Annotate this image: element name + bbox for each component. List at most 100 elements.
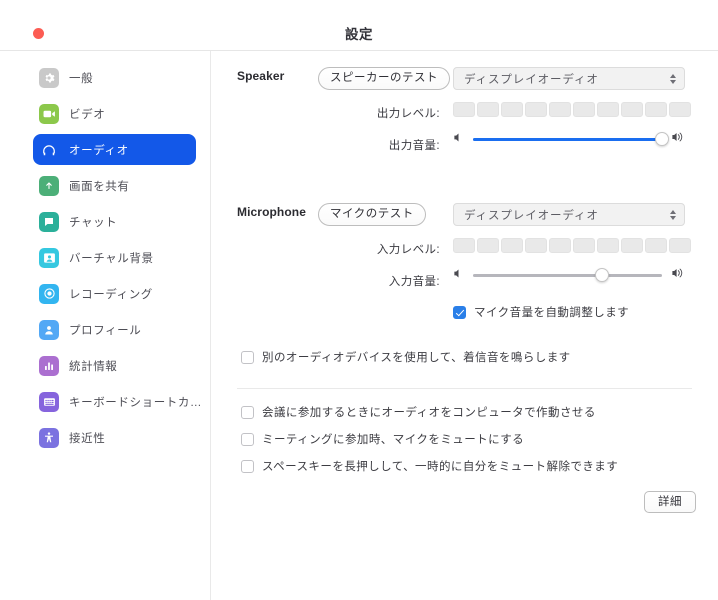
meter-segment bbox=[501, 102, 523, 117]
output-volume-label: 出力音量: bbox=[388, 140, 440, 152]
space-unmute-checkbox-row[interactable]: スペースキーを長押しして、一時的に自分をミュート解除できます bbox=[241, 458, 618, 474]
speaker-device-value: ディスプレイオーディオ bbox=[464, 73, 599, 86]
sidebar: 一般 ビデオ オーディオ 画面を共有 チャット バーチャル背景 レコーディング … bbox=[0, 51, 211, 600]
options-divider bbox=[237, 388, 692, 389]
sidebar-item-label: 接近性 bbox=[69, 432, 106, 445]
sidebar-item-keyboard-shortcuts[interactable]: キーボードショートカ… bbox=[33, 386, 202, 417]
output-volume-knob[interactable] bbox=[655, 132, 669, 146]
mute-on-join-checkbox-row[interactable]: ミーティングに参加時、マイクをミュートにする bbox=[241, 431, 524, 447]
microphone-section-label-wrap: Microphone bbox=[237, 205, 306, 219]
accessibility-icon bbox=[39, 427, 59, 448]
share-screen-icon bbox=[39, 175, 59, 196]
microphone-device-select[interactable]: ディスプレイオーディオ bbox=[453, 203, 685, 226]
sidebar-item-audio[interactable]: オーディオ bbox=[33, 134, 196, 165]
track-fill bbox=[473, 137, 662, 141]
meter-segment bbox=[669, 238, 691, 253]
sidebar-item-label: 統計情報 bbox=[69, 360, 118, 373]
auto-adjust-mic-label: マイク音量を自動調整します bbox=[474, 307, 630, 319]
meter-segment bbox=[549, 238, 571, 253]
sidebar-item-general[interactable]: 一般 bbox=[33, 62, 196, 93]
meter-segment bbox=[525, 238, 547, 253]
sidebar-item-label: 一般 bbox=[69, 72, 94, 85]
video-icon bbox=[39, 103, 59, 124]
title-bar: 設定 bbox=[0, 0, 718, 51]
input-volume-knob[interactable] bbox=[594, 268, 609, 282]
join-audio-checkbox-row[interactable]: 会議に参加するときにオーディオをコンピュータで作動させる bbox=[241, 404, 596, 420]
meter-segment bbox=[645, 238, 667, 253]
page-title: 設定 bbox=[345, 27, 373, 42]
sidebar-item-video[interactable]: ビデオ bbox=[33, 98, 196, 129]
join-audio-checkbox[interactable] bbox=[241, 405, 254, 419]
sidebar-item-label: バーチャル背景 bbox=[69, 252, 154, 265]
virtual-bg-icon bbox=[39, 247, 59, 268]
speaker-device-select[interactable]: ディスプレイオーディオ bbox=[453, 67, 685, 90]
sidebar-item-label: チャット bbox=[69, 216, 118, 229]
ringtone-device-checkbox[interactable] bbox=[241, 350, 254, 364]
input-level-label: 入力レベル: bbox=[376, 244, 440, 256]
mute-on-join-label: ミーティングに参加時、マイクをミュートにする bbox=[262, 434, 525, 446]
sidebar-item-label: キーボードショートカ… bbox=[69, 396, 203, 409]
sidebar-item-statistics[interactable]: 統計情報 bbox=[33, 350, 196, 381]
input-volume-label-wrap: 入力音量: bbox=[355, 273, 440, 289]
volume-low-icon bbox=[453, 266, 464, 284]
auto-adjust-mic-checkbox-row[interactable]: マイク音量を自動調整します bbox=[453, 304, 629, 320]
speaker-section-label-wrap: Speaker bbox=[237, 69, 284, 83]
meter-segment bbox=[477, 238, 499, 253]
output-volume-track[interactable] bbox=[473, 132, 669, 146]
join-audio-label: 会議に参加するときにオーディオをコンピュータで作動させる bbox=[262, 407, 596, 419]
profile-icon bbox=[39, 319, 59, 340]
meter-segment bbox=[597, 102, 619, 117]
gear-icon bbox=[39, 67, 59, 88]
microphone-device-value: ディスプレイオーディオ bbox=[464, 209, 599, 222]
meter-segment bbox=[549, 102, 571, 117]
input-volume-label: 入力音量: bbox=[388, 276, 440, 288]
sidebar-item-virtual-background[interactable]: バーチャル背景 bbox=[33, 242, 196, 273]
sidebar-item-label: 画面を共有 bbox=[69, 180, 130, 193]
sidebar-item-profile[interactable]: プロフィール bbox=[33, 314, 196, 345]
input-volume-track[interactable] bbox=[473, 268, 662, 282]
space-unmute-checkbox[interactable] bbox=[241, 459, 254, 473]
headphones-icon bbox=[39, 140, 59, 160]
meter-segment bbox=[573, 238, 595, 253]
volume-high-icon bbox=[671, 130, 685, 148]
sidebar-item-label: レコーディング bbox=[69, 288, 153, 301]
output-volume-slider[interactable] bbox=[453, 130, 685, 148]
advanced-button[interactable]: 詳細 bbox=[644, 491, 696, 513]
test-microphone-button[interactable]: マイクのテスト bbox=[318, 203, 426, 226]
sidebar-item-label: ビデオ bbox=[69, 108, 106, 121]
meter-segment bbox=[621, 238, 643, 253]
meter-segment bbox=[573, 102, 595, 117]
volume-low-icon bbox=[453, 130, 464, 148]
output-level-meter bbox=[453, 102, 691, 117]
sidebar-item-accessibility[interactable]: 接近性 bbox=[33, 422, 196, 453]
mute-on-join-checkbox[interactable] bbox=[241, 432, 254, 446]
chevron-updown-icon bbox=[670, 73, 676, 84]
chat-icon bbox=[39, 211, 59, 232]
meter-segment bbox=[525, 102, 547, 117]
volume-high-icon bbox=[671, 266, 685, 284]
audio-settings-panel: Speaker スピーカーのテスト ディスプレイオーディオ 出力レベル: 出力音… bbox=[211, 51, 718, 600]
track-background bbox=[473, 273, 662, 277]
chevron-updown-icon bbox=[670, 209, 676, 220]
sidebar-item-chat[interactable]: チャット bbox=[33, 206, 196, 237]
meter-segment bbox=[597, 238, 619, 253]
meter-segment bbox=[621, 102, 643, 117]
auto-adjust-mic-checkbox[interactable] bbox=[453, 305, 466, 319]
sidebar-item-label: プロフィール bbox=[69, 324, 142, 337]
microphone-section-label: Microphone bbox=[237, 205, 306, 219]
ringtone-device-checkbox-row[interactable]: 別のオーディオデバイスを使用して、着信音を鳴らします bbox=[241, 349, 571, 365]
input-level-meter bbox=[453, 238, 691, 253]
meter-segment bbox=[453, 238, 475, 253]
meter-segment bbox=[501, 238, 523, 253]
ringtone-device-label: 別のオーディオデバイスを使用して、着信音を鳴らします bbox=[262, 352, 571, 364]
sidebar-item-share-screen[interactable]: 画面を共有 bbox=[33, 170, 196, 201]
settings-window: 設定 一般 ビデオ オーディオ 画面を共有 チャット バーチャル背景 レコーディ… bbox=[0, 0, 718, 600]
input-volume-slider[interactable] bbox=[453, 266, 685, 284]
space-unmute-label: スペースキーを長押しして、一時的に自分をミュート解除できます bbox=[262, 461, 619, 473]
output-level-label: 出力レベル: bbox=[376, 108, 440, 120]
output-volume-label-wrap: 出力音量: bbox=[355, 137, 440, 153]
test-speaker-button[interactable]: スピーカーのテスト bbox=[318, 67, 450, 90]
sidebar-item-recording[interactable]: レコーディング bbox=[33, 278, 196, 309]
keyboard-icon bbox=[39, 391, 59, 412]
statistics-icon bbox=[39, 355, 59, 376]
